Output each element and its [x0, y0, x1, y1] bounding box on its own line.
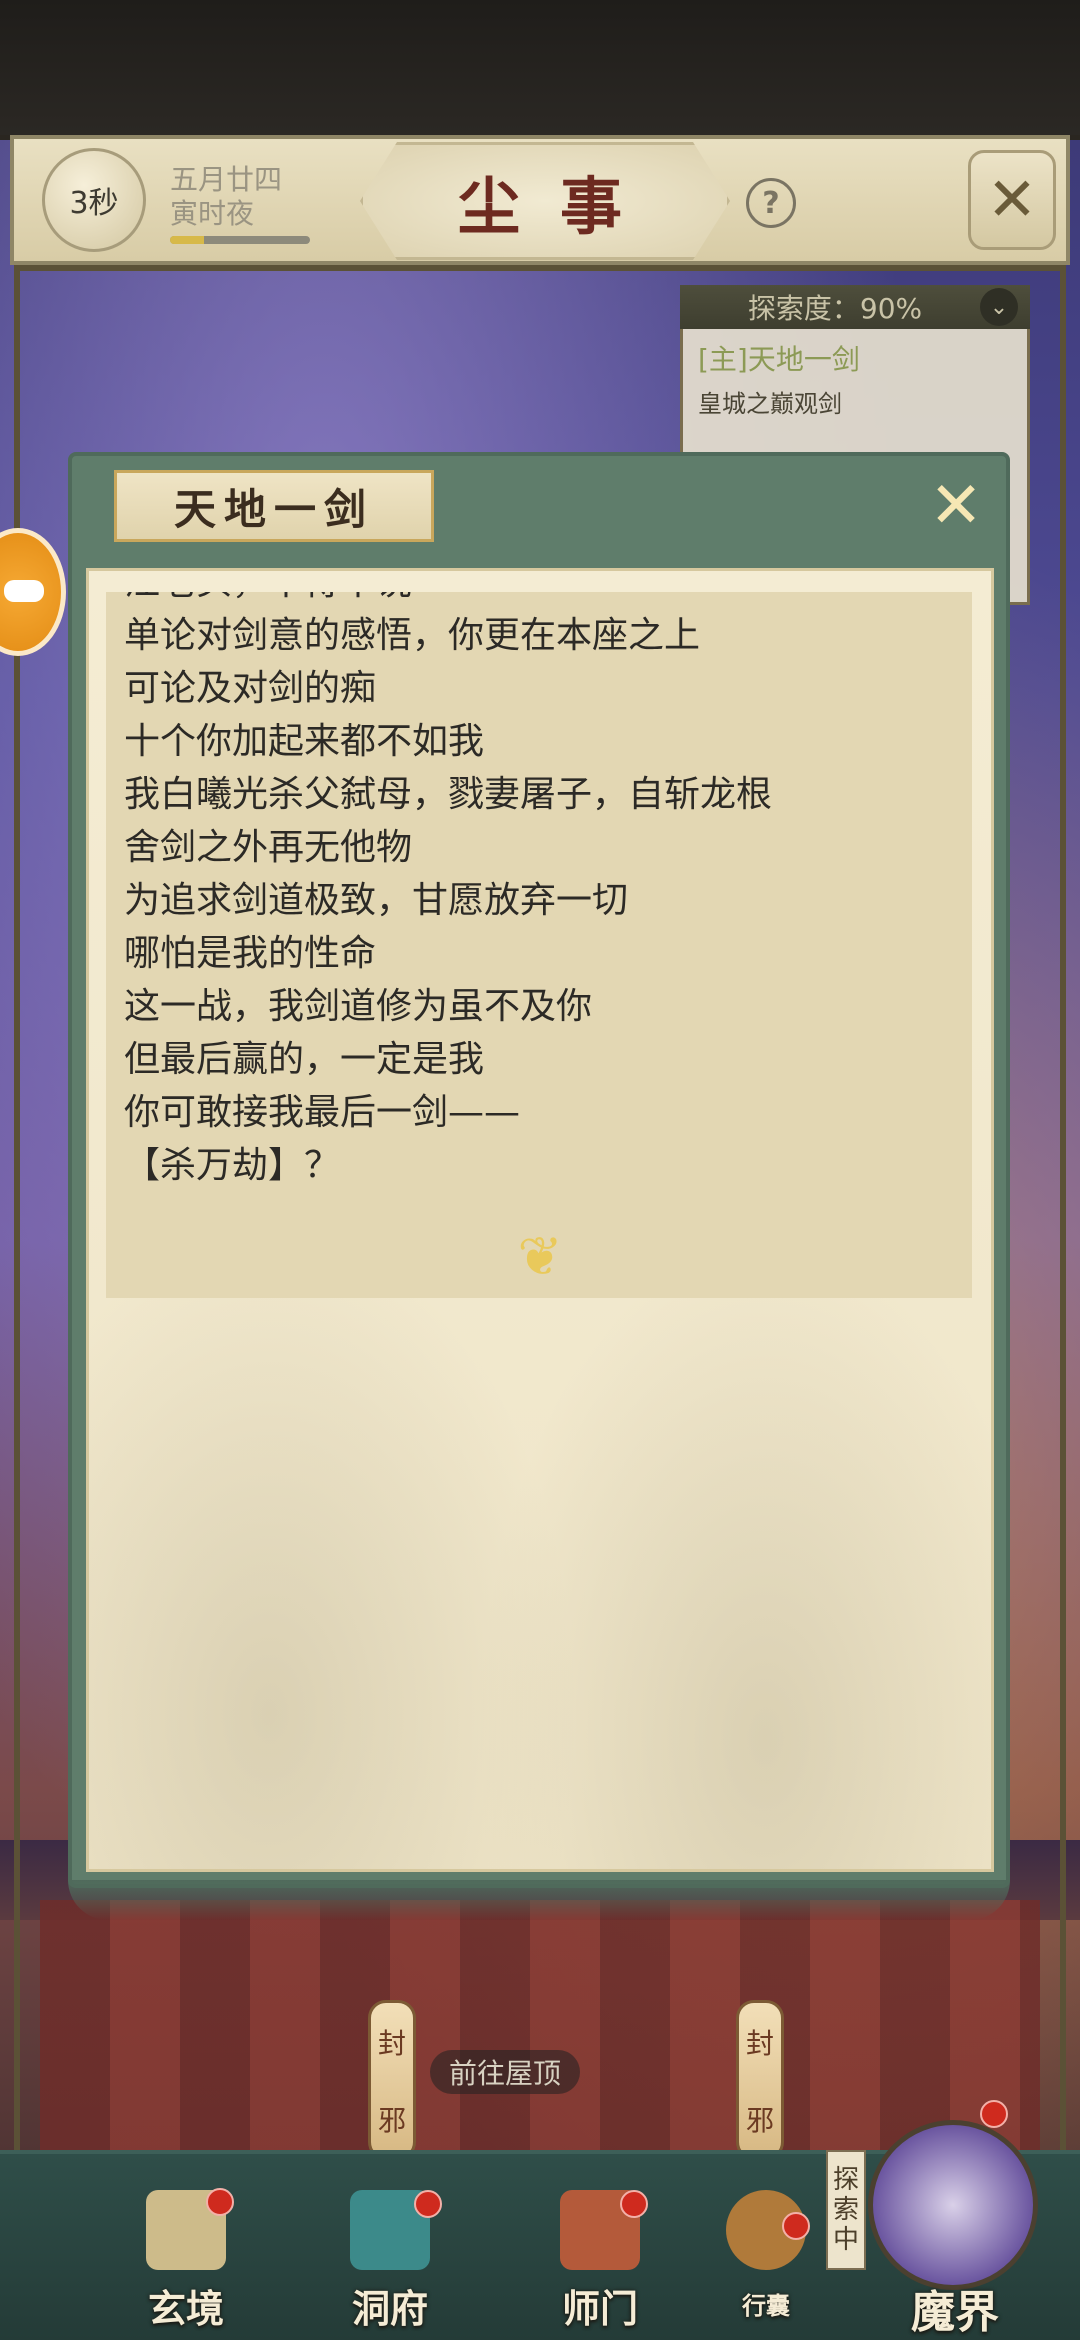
dialog-line: 单论对剑意的感悟，你更在本座之上: [124, 615, 701, 656]
dialog-line: 我白曦光杀父弑母，戮妻屠子，自斩龙根: [124, 774, 773, 815]
dialog-title: 天地一剑: [114, 470, 434, 542]
lantern-char: 邪: [745, 2103, 774, 2137]
mojie-realm-button[interactable]: [868, 2120, 1038, 2290]
nav-label: 洞府: [351, 2286, 428, 2331]
notification-dot: [206, 2188, 234, 2216]
continue-ornament-icon[interactable]: ❦: [500, 1225, 580, 1288]
exploring-char: 中: [832, 2225, 859, 2255]
nav-label: 行囊: [742, 2291, 790, 2320]
dialog-line: 十个你加起来都不如我: [124, 721, 485, 762]
exploration-progress: 探索度：90%: [680, 285, 1030, 329]
lantern-char: 封: [377, 2026, 406, 2060]
exploring-tag: 探 索 中: [826, 2150, 866, 2270]
time-of-day: 寅时夜: [170, 197, 255, 230]
quest-subtitle: 皇城之巅观剑: [698, 390, 842, 418]
dialog-line: 江老头，不得不说: [124, 592, 954, 609]
dialog-text-lines: 江老头，不得不说 单论对剑意的感悟，你更在本座之上 可论及对剑的痴 十个你加起来…: [124, 592, 954, 1192]
help-button[interactable]: ?: [746, 178, 796, 228]
notification-dot: [414, 2190, 442, 2218]
time-progress-fill: [170, 236, 204, 244]
notification-dot: [620, 2190, 648, 2218]
goto-roof-button[interactable]: 前往屋顶: [430, 2050, 580, 2094]
nav-label: 玄境: [147, 2286, 224, 2331]
nav-item-xingnang[interactable]: 行囊: [706, 2190, 826, 2330]
dialog-close-icon[interactable]: ✕: [916, 469, 996, 543]
time-progress-bar: [170, 236, 310, 244]
lantern-left: 封 邪: [368, 2000, 416, 2160]
dialog-text-area[interactable]: 江老头，不得不说 单论对剑意的感悟，你更在本座之上 可论及对剑的痴 十个你加起来…: [106, 592, 972, 1298]
dialog-line: 为追求剑道极致，甘愿放弃一切: [124, 880, 629, 921]
exploring-char: 索: [832, 2195, 859, 2225]
lantern-char: 封: [745, 2026, 774, 2060]
dialog-line: 但最后赢的，一定是我: [124, 1039, 485, 1080]
notification-dot: [782, 2212, 810, 2240]
page-title: 尘事: [360, 142, 730, 260]
dialog-line: 哪怕是我的性命: [124, 933, 377, 974]
status-bar-area: [0, 0, 1080, 135]
timer-badge: 3秒: [42, 148, 146, 252]
dialog-line: 你可敢接我最后一剑——: [124, 1092, 521, 1133]
dialog-line: 可论及对剑的痴: [124, 668, 377, 709]
lantern-char: 邪: [377, 2103, 406, 2137]
dialog-bottom-edge: [68, 1880, 1010, 1920]
chevron-down-icon[interactable]: ⌄: [980, 288, 1018, 326]
exploring-char: 探: [832, 2165, 859, 2195]
dialog-line: 舍剑之外再无他物: [124, 827, 413, 868]
notification-dot: [980, 2100, 1008, 2128]
dialog-line: 这一战，我剑道修为虽不及你: [124, 986, 593, 1027]
close-icon[interactable]: ✕: [968, 150, 1056, 250]
nav-label: 师门: [561, 2286, 638, 2331]
mojie-label: 魔界: [911, 2287, 999, 2338]
lantern-right: 封 邪: [736, 2000, 784, 2160]
dialog-line: 【杀万劫】？: [124, 1145, 341, 1186]
quest-title[interactable]: [主]天地一剑: [698, 338, 860, 378]
gamepad-icon: [4, 580, 44, 602]
